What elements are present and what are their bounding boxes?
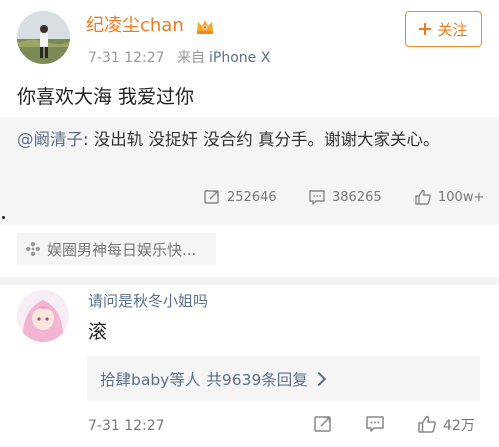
repost-text: @阚清子: 没出轨 没捉奸 没合约 真分手。谢谢大家关心。 bbox=[17, 127, 477, 153]
plus-icon bbox=[419, 23, 432, 35]
post-meta: 7-31 12:27 来自 iPhone X bbox=[88, 49, 270, 67]
reply-total: 共9639条回复 bbox=[206, 370, 308, 389]
author-name[interactable]: 纪凌尘chan bbox=[86, 15, 215, 37]
comment-text: 滚 bbox=[88, 321, 108, 343]
follow-button[interactable]: 关注 bbox=[405, 11, 482, 47]
source-prefix: 来自 bbox=[177, 50, 206, 66]
like-icon bbox=[415, 189, 431, 205]
repost-comment-stat[interactable]: 386265 bbox=[308, 188, 382, 206]
post-text: 你喜欢大海 我爱过你 bbox=[17, 86, 195, 108]
post-header: 纪凌尘chan 7-31 12:27 来自 iPhone X 关注 bbox=[0, 0, 499, 75]
replies-summary[interactable]: 拾肆baby等人 共9639条回复 bbox=[87, 356, 480, 401]
post-time: 7-31 12:27 bbox=[88, 50, 165, 66]
author-avatar[interactable] bbox=[17, 11, 70, 64]
reply-names: 拾肆baby等人 bbox=[100, 370, 201, 389]
author-name-text[interactable]: 纪凌尘chan bbox=[86, 15, 184, 36]
like-count: 100w+ bbox=[438, 189, 485, 205]
follow-label: 关注 bbox=[437, 20, 468, 39]
comment-like-count: 42万 bbox=[443, 418, 475, 434]
share-icon[interactable] bbox=[313, 414, 333, 434]
stray-dot bbox=[2, 216, 5, 219]
chevron-right-icon bbox=[311, 371, 326, 386]
source-device[interactable]: iPhone X bbox=[209, 50, 270, 66]
section-divider bbox=[0, 277, 499, 285]
comment-question[interactable]: 请问是秋冬小姐吗 bbox=[88, 291, 208, 311]
repost-like-stat[interactable]: 100w+ bbox=[414, 188, 484, 206]
commenter-avatar-image bbox=[17, 290, 69, 342]
comment-count: 386265 bbox=[332, 189, 382, 205]
repost-body: : 没出轨 没捉奸 没合约 真分手。谢谢大家关心。 bbox=[83, 130, 440, 149]
avatar-photo bbox=[17, 11, 70, 64]
comment-icon[interactable] bbox=[365, 414, 385, 434]
source-chip-label: 娱圈男神每日娱乐快... bbox=[47, 240, 197, 259]
repost-share-stat[interactable]: 252646 bbox=[203, 188, 277, 206]
share-count: 252646 bbox=[227, 189, 277, 205]
comment-icon bbox=[309, 190, 325, 205]
comment-time: 7-31 12:27 bbox=[88, 418, 165, 434]
repost-mention[interactable]: @阚清子 bbox=[17, 130, 83, 149]
share-icon bbox=[204, 190, 219, 204]
commenter-avatar[interactable] bbox=[17, 290, 69, 342]
crown-vip-icon bbox=[195, 17, 215, 35]
like-icon[interactable] bbox=[417, 414, 437, 434]
pinwheel-icon bbox=[26, 242, 40, 256]
source-chip[interactable]: 娱圈男神每日娱乐快... bbox=[17, 233, 216, 265]
